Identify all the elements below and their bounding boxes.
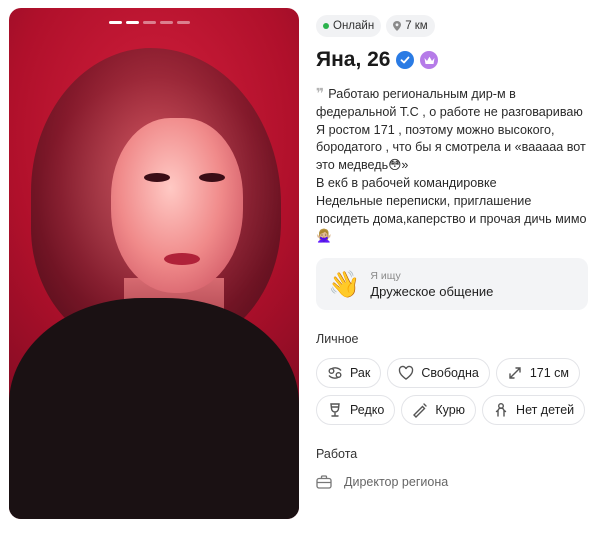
distance-label: 7 км	[405, 20, 428, 32]
zodiac-chip: Рак	[316, 358, 382, 389]
heart-icon	[399, 365, 414, 381]
online-label: Онлайн	[333, 20, 375, 32]
profile-info-panel: Онлайн 7 км Яна, 26 ❞ Работаю региональны…	[316, 15, 588, 489]
children-chip: Нет детей	[482, 395, 586, 426]
bio-line: Недельные переписки, приглашение посидет…	[316, 193, 587, 244]
photo-page-dot[interactable]	[109, 21, 122, 24]
work-item: Директор региона	[316, 475, 588, 489]
bio-text: ❞ Работаю региональным дир-м в федерально…	[316, 85, 588, 246]
profile-name-age: Яна, 26	[316, 48, 391, 71]
photo-body	[9, 298, 299, 519]
location-pin-icon	[393, 21, 402, 31]
photo-pagination	[109, 21, 190, 24]
looking-for-label: Я ищу	[370, 269, 401, 282]
personal-chips-row: Рак Свободна 171 см	[316, 358, 588, 389]
drinking-label: Редко	[350, 403, 385, 418]
zodiac-label: Рак	[350, 366, 371, 381]
personal-section-title: Личное	[316, 332, 359, 347]
relationship-chip: Свободна	[387, 358, 490, 389]
waving-hand-icon: 👋	[328, 269, 361, 300]
online-badge: Онлайн	[316, 15, 382, 37]
premium-crown-icon[interactable]	[420, 51, 439, 69]
expand-arrows-icon	[509, 367, 521, 379]
photo-eye-right	[199, 173, 225, 182]
height-chip: 171 см	[495, 358, 580, 389]
smoking-chip: Курю	[401, 395, 477, 426]
quote-icon: ❞	[316, 85, 325, 101]
photo-page-dot[interactable]	[177, 21, 190, 24]
looking-for-value: Дружеское общение	[370, 283, 494, 299]
online-dot-icon	[323, 23, 329, 29]
personal-chips-row: Редко Курю Нет детей	[316, 395, 588, 426]
status-chips: Онлайн 7 км	[316, 15, 588, 37]
bio-line: В екб в рабочей командировке	[316, 175, 497, 190]
work-section-title: Работа	[316, 447, 358, 462]
work-position: Директор региона	[344, 475, 449, 490]
photo-page-dot[interactable]	[143, 21, 156, 24]
photo-page-dot[interactable]	[126, 21, 139, 24]
height-label: 171 см	[529, 366, 569, 381]
bio-line: Я ростом 171 , поэтому можно высокого, б…	[316, 122, 586, 173]
zodiac-cancer-icon	[328, 367, 342, 380]
baby-icon	[495, 403, 507, 417]
profile-photo[interactable]	[9, 8, 299, 519]
photo-face	[111, 118, 243, 293]
photo-lips	[164, 253, 200, 265]
bio-line: Работаю региональным дир-м в федеральной…	[316, 87, 583, 119]
cigarette-icon	[413, 403, 428, 419]
photo-eye-left	[144, 173, 170, 182]
briefcase-icon	[316, 475, 332, 489]
relationship-label: Свободна	[421, 366, 479, 381]
looking-for-card: 👋 Я ищу Дружеское общение	[316, 258, 588, 311]
smoking-label: Курю	[435, 403, 466, 418]
verified-check-icon[interactable]	[396, 51, 415, 69]
photo-page-dot[interactable]	[160, 21, 173, 24]
drinking-chip: Редко	[316, 395, 396, 426]
name-row: Яна, 26	[316, 48, 588, 72]
children-label: Нет детей	[516, 403, 575, 418]
wine-glass-icon	[330, 403, 340, 417]
distance-badge: 7 км	[386, 15, 435, 37]
